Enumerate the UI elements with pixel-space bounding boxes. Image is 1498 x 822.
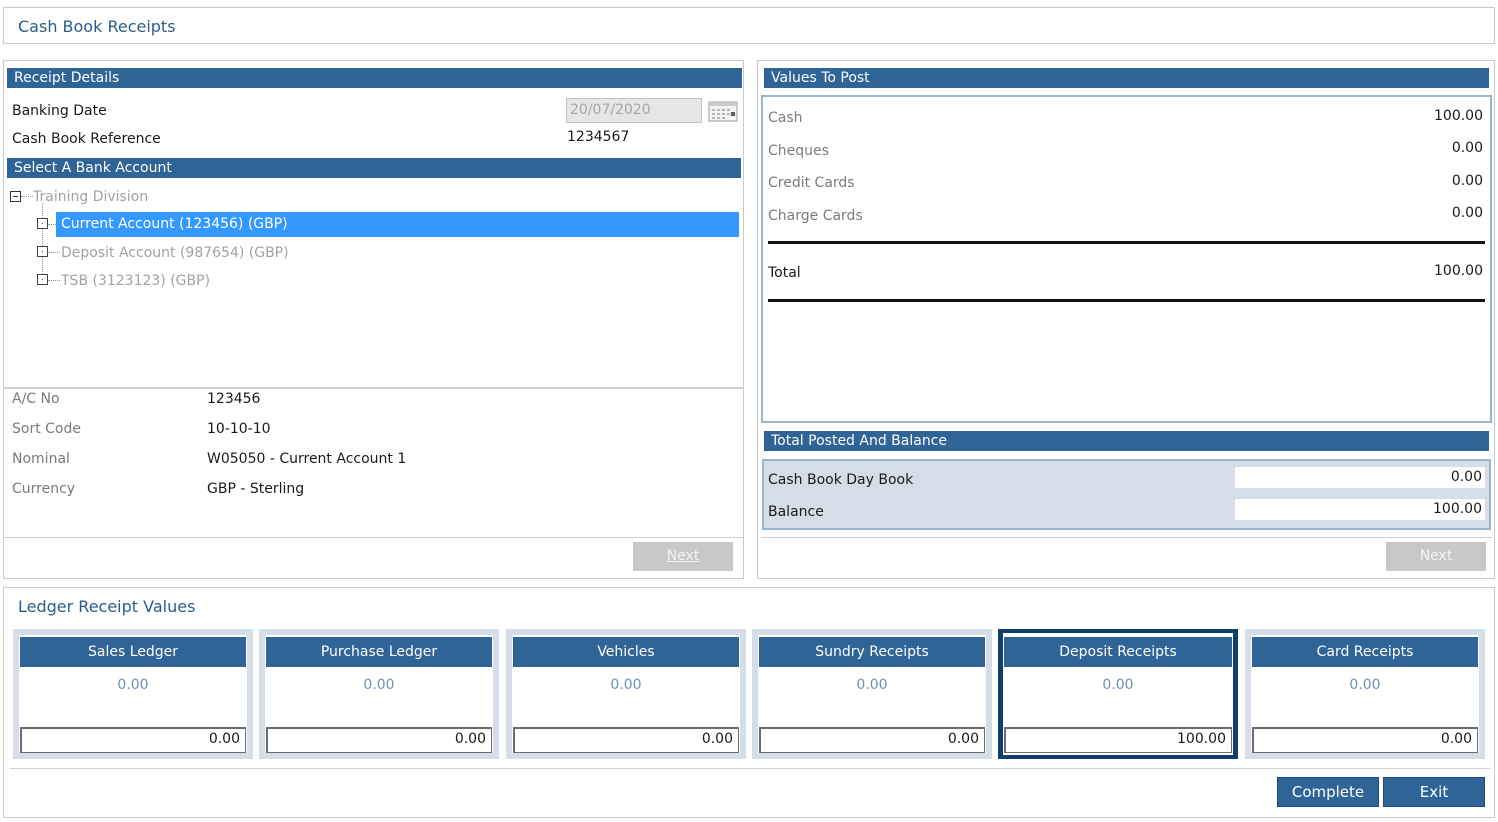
nominal-label: Nominal <box>12 451 70 467</box>
ledger-card-purchase[interactable]: Purchase Ledger 0.00 0.00 <box>259 629 499 759</box>
reference-label: Cash Book Reference <box>12 131 161 147</box>
sort-code-value: 10-10-10 <box>207 421 271 437</box>
sales-ledger-input[interactable]: 0.00 <box>20 727 246 753</box>
receipt-details-header: Receipt Details <box>7 68 742 88</box>
banking-date-field[interactable]: 20/07/2020 <box>566 98 702 123</box>
ledger-card-title: Sundry Receipts <box>759 637 985 667</box>
day-book-value: 0.00 <box>1450 469 1482 485</box>
ledger-card-title: Vehicles <box>513 637 739 667</box>
calendar-icon[interactable] <box>708 101 738 123</box>
ledger-card-posted: 0.00 <box>363 677 395 693</box>
tree-item-current-account[interactable]: Current Account (123456) (GBP) <box>56 212 739 237</box>
complete-button[interactable]: Complete <box>1277 777 1379 807</box>
ledger-title: Ledger Receipt Values <box>18 597 196 616</box>
balance-value: 100.00 <box>1433 501 1482 517</box>
total-rule-bottom <box>768 299 1485 302</box>
title-bar: Cash Book Receipts <box>3 7 1495 44</box>
total-value: 100.00 <box>1434 263 1483 279</box>
ledger-card-card-receipts[interactable]: Card Receipts 0.00 0.00 <box>1245 629 1485 759</box>
exit-button[interactable]: Exit <box>1383 777 1485 807</box>
bank-account-header: Select A Bank Account <box>7 158 741 178</box>
cash-label: Cash <box>768 110 803 126</box>
next-button[interactable]: Next <box>633 542 733 571</box>
collapse-icon[interactable] <box>10 191 21 202</box>
banking-date-label: Banking Date <box>12 103 107 119</box>
credit-cards-label: Credit Cards <box>768 175 855 191</box>
ac-no-label: A/C No <box>12 391 60 407</box>
balance-label: Balance <box>768 504 824 520</box>
ledger-card-title: Sales Ledger <box>20 637 246 667</box>
ledger-card-posted: 0.00 <box>1102 677 1134 693</box>
card-receipts-input[interactable]: 0.00 <box>1252 727 1478 753</box>
ledger-card-deposit[interactable]: Deposit Receipts 0.00 100.00 <box>998 629 1238 759</box>
cheques-label: Cheques <box>768 143 829 159</box>
sundry-receipts-input[interactable]: 0.00 <box>759 727 985 753</box>
tree-root-training-division[interactable]: Training Division <box>33 189 148 205</box>
balance-field: 100.00 <box>1235 499 1485 520</box>
ac-no-value: 123456 <box>207 391 261 407</box>
total-label: Total <box>768 265 801 281</box>
currency-label: Currency <box>12 481 76 497</box>
cheques-value: 0.00 <box>1451 140 1483 156</box>
day-book-label: Cash Book Day Book <box>768 472 914 488</box>
currency-value: GBP - Sterling <box>207 481 305 497</box>
purchase-ledger-input[interactable]: 0.00 <box>266 727 492 753</box>
tree-item-deposit-account[interactable]: Deposit Account (987654) (GBP) <box>61 245 289 261</box>
credit-cards-value: 0.00 <box>1451 173 1483 189</box>
sort-code-label: Sort Code <box>12 421 81 437</box>
tree-node-icon[interactable] <box>37 218 48 229</box>
day-book-field: 0.00 <box>1235 467 1485 488</box>
receipt-panel: Receipt Details Banking Date 20/07/2020 … <box>3 60 744 579</box>
vehicles-input[interactable]: 0.00 <box>513 727 739 753</box>
total-rule-top <box>768 241 1485 244</box>
ledger-card-vehicles[interactable]: Vehicles 0.00 0.00 <box>506 629 746 759</box>
balance-box: Cash Book Day Book 0.00 Balance 100.00 <box>762 459 1491 530</box>
ledger-panel: Ledger Receipt Values Sales Ledger 0.00 … <box>3 587 1495 818</box>
page-title: Cash Book Receipts <box>18 17 176 36</box>
tree-item-tsb[interactable]: TSB (3123123) (GBP) <box>61 273 210 289</box>
charge-cards-label: Charge Cards <box>768 208 863 224</box>
divider <box>4 387 743 389</box>
tree-node-icon[interactable] <box>37 246 48 257</box>
divider <box>10 768 1490 769</box>
tree-item-label: Current Account (123456) (GBP) <box>61 216 288 232</box>
ledger-card-title: Deposit Receipts <box>1004 637 1232 667</box>
values-box: Cash 100.00 Cheques 0.00 Credit Cards 0.… <box>761 95 1492 423</box>
values-panel: Values To Post Cash 100.00 Cheques 0.00 … <box>757 60 1495 579</box>
total-posted-header: Total Posted And Balance <box>764 431 1489 451</box>
values-to-post-header: Values To Post <box>764 68 1489 88</box>
divider <box>761 537 1492 538</box>
deposit-receipts-input[interactable]: 100.00 <box>1004 727 1232 753</box>
charge-cards-value: 0.00 <box>1451 205 1483 221</box>
next-button[interactable]: Next <box>1386 542 1486 571</box>
ledger-card-sundry[interactable]: Sundry Receipts 0.00 0.00 <box>752 629 992 759</box>
cash-value: 100.00 <box>1434 108 1483 124</box>
ledger-card-posted: 0.00 <box>856 677 888 693</box>
tree-node-icon[interactable] <box>37 274 48 285</box>
reference-value: 1234567 <box>567 129 630 145</box>
ledger-card-posted: 0.00 <box>610 677 642 693</box>
ledger-card-title: Purchase Ledger <box>266 637 492 667</box>
ledger-card-title: Card Receipts <box>1252 637 1478 667</box>
divider <box>4 537 743 538</box>
ledger-card-sales[interactable]: Sales Ledger 0.00 0.00 <box>13 629 253 759</box>
ledger-card-posted: 0.00 <box>1349 677 1381 693</box>
ledger-card-posted: 0.00 <box>117 677 149 693</box>
nominal-value: W05050 - Current Account 1 <box>207 451 407 467</box>
